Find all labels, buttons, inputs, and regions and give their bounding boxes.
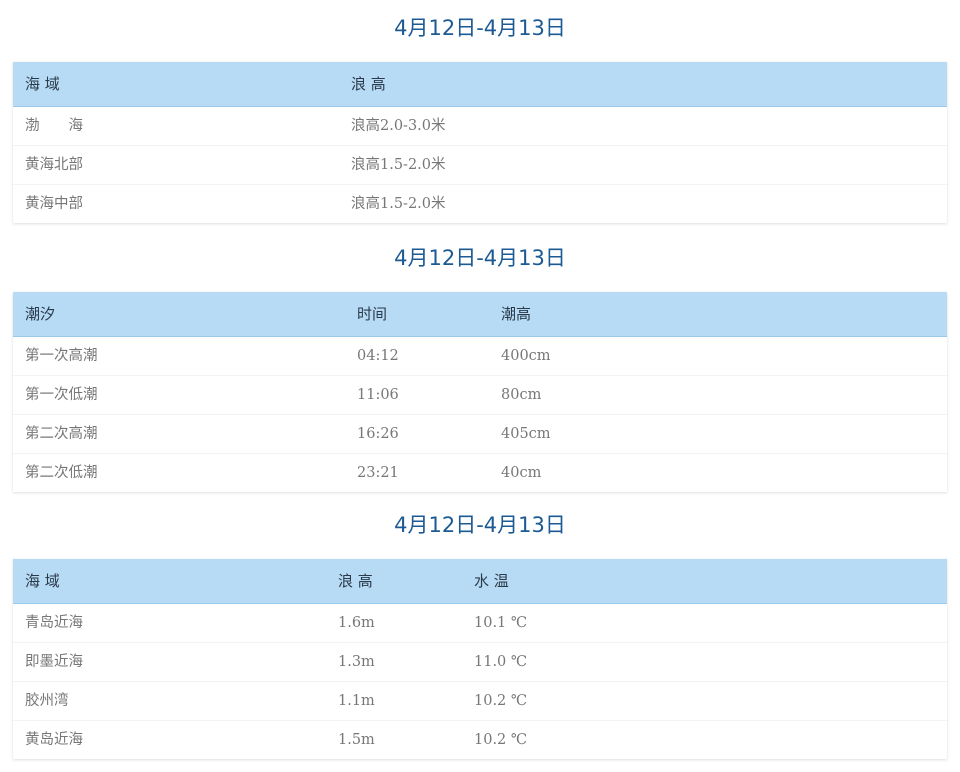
wave-height-cell: 1.5m xyxy=(338,732,375,748)
coastal-table: 海 域 浪 高 水 温 青岛近海 1.6m 10.1 ℃ 即墨近海 1.3m 1… xyxy=(13,559,947,759)
water-temp-cell: 10.1 ℃ xyxy=(474,615,528,631)
water-temp-cell: 10.2 ℃ xyxy=(474,732,528,748)
table-row: 黄海北部 浪高1.5-2.0米 xyxy=(13,145,947,184)
wave-height-cell: 浪高2.0-3.0米 xyxy=(351,118,446,134)
tide-time-cell: 11:06 xyxy=(357,387,399,403)
header-sea-area: 海 域 xyxy=(25,572,60,590)
tide-height-cell: 400cm xyxy=(501,348,551,364)
header-water-temp: 水 温 xyxy=(474,572,509,590)
water-temp-cell: 11.0 ℃ xyxy=(474,654,528,670)
table-row: 第二次高潮 16:26 405cm xyxy=(13,414,947,453)
tide-event-cell: 第二次低潮 xyxy=(25,465,98,481)
table-row: 黄海中部 浪高1.5-2.0米 xyxy=(13,184,947,223)
table-row: 青岛近海 1.6m 10.1 ℃ xyxy=(13,604,947,642)
header-time: 时间 xyxy=(357,305,388,323)
tide-time-cell: 16:26 xyxy=(357,426,399,442)
table-row: 渤 海 浪高2.0-3.0米 xyxy=(13,107,947,145)
tide-height-cell: 405cm xyxy=(501,426,551,442)
sea-area-cell: 青岛近海 xyxy=(25,615,83,631)
sea-area-cell: 黄海中部 xyxy=(25,196,83,212)
wave-height-cell: 1.3m xyxy=(338,654,375,670)
tide-event-cell: 第一次低潮 xyxy=(25,387,98,403)
wave-height-cell: 浪高1.5-2.0米 xyxy=(351,157,446,173)
table-row: 黄岛近海 1.5m 10.2 ℃ xyxy=(13,720,947,759)
water-temp-cell: 10.2 ℃ xyxy=(474,693,528,709)
coastal-table-header: 海 域 浪 高 水 温 xyxy=(13,559,947,604)
tide-time-cell: 23:21 xyxy=(357,465,399,481)
wave-table-header: 海 域 浪 高 xyxy=(13,62,947,107)
sea-area-cell: 渤 海 xyxy=(25,118,83,134)
header-tide-height: 潮高 xyxy=(501,305,532,323)
tide-table: 潮汐 时间 潮高 第一次高潮 04:12 400cm 第一次低潮 11:06 8… xyxy=(13,292,947,492)
tide-event-cell: 第二次高潮 xyxy=(25,426,98,442)
tide-event-cell: 第一次高潮 xyxy=(25,348,98,364)
table-row: 第二次低潮 23:21 40cm xyxy=(13,453,947,492)
wave-height-cell: 1.6m xyxy=(338,615,375,631)
table-row: 即墨近海 1.3m 11.0 ℃ xyxy=(13,642,947,681)
tide-height-cell: 40cm xyxy=(501,465,542,481)
table-row: 第一次高潮 04:12 400cm xyxy=(13,337,947,375)
sea-area-cell: 黄海北部 xyxy=(25,157,83,173)
table-row: 胶州湾 1.1m 10.2 ℃ xyxy=(13,681,947,720)
header-tide: 潮汐 xyxy=(25,305,56,323)
header-wave-height: 浪 高 xyxy=(351,75,386,93)
coastal-section-title: 4月12日-4月13日 xyxy=(394,513,566,537)
header-sea-area: 海 域 xyxy=(25,75,60,93)
tide-table-header: 潮汐 时间 潮高 xyxy=(13,292,947,337)
sea-area-cell: 即墨近海 xyxy=(25,654,83,670)
tide-height-cell: 80cm xyxy=(501,387,542,403)
sea-area-cell: 胶州湾 xyxy=(25,693,69,709)
wave-section-title: 4月12日-4月13日 xyxy=(394,16,566,40)
wave-table: 海 域 浪 高 渤 海 浪高2.0-3.0米 黄海北部 浪高1.5-2.0米 黄… xyxy=(13,62,947,223)
table-row: 第一次低潮 11:06 80cm xyxy=(13,375,947,414)
wave-height-cell: 浪高1.5-2.0米 xyxy=(351,196,446,212)
wave-height-cell: 1.1m xyxy=(338,693,375,709)
header-wave-height: 浪 高 xyxy=(338,572,373,590)
tide-time-cell: 04:12 xyxy=(357,348,399,364)
tide-section-title: 4月12日-4月13日 xyxy=(394,246,566,270)
sea-area-cell: 黄岛近海 xyxy=(25,732,83,748)
